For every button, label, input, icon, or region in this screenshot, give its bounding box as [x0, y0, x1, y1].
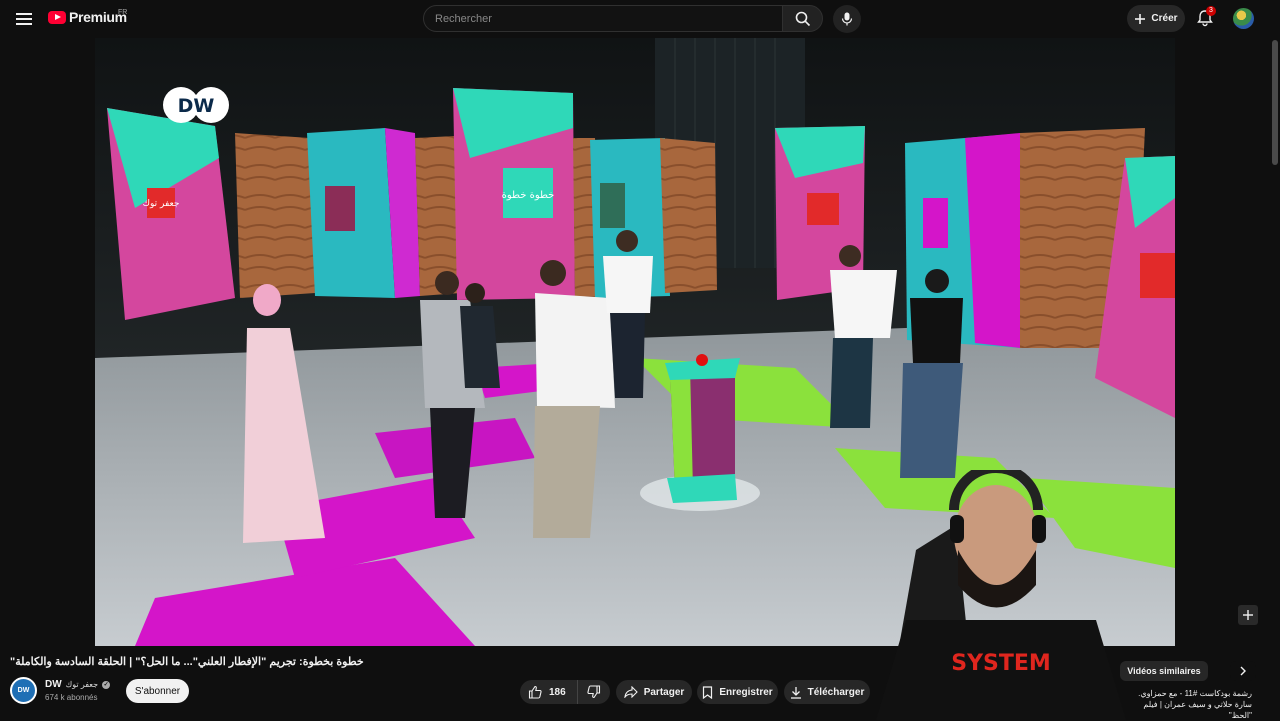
- chevron-right-icon: [1240, 666, 1246, 676]
- svg-text:DW: DW: [178, 95, 215, 117]
- thumbs-down-icon: [587, 685, 601, 699]
- scrollbar-thumb[interactable]: [1272, 40, 1278, 165]
- download-button[interactable]: Télécharger: [784, 680, 870, 704]
- channel-avatar[interactable]: DW: [10, 677, 37, 704]
- streamer-webcam: SYSTEM: [876, 470, 1126, 720]
- notifications-button[interactable]: 3: [1195, 6, 1217, 30]
- share-icon: [624, 686, 638, 698]
- account-avatar[interactable]: [1233, 8, 1254, 29]
- page-margin: [0, 38, 95, 646]
- shirt-text: SYSTEM: [951, 651, 1051, 676]
- svg-text:خطوة خطوة: خطوة خطوة: [502, 190, 555, 201]
- subscribe-button[interactable]: S'abonner: [126, 679, 189, 703]
- channel-arabic-name: جعفر توك: [65, 680, 99, 689]
- voice-search-button[interactable]: [833, 5, 861, 33]
- channel-name[interactable]: DW جعفر توك ✓: [45, 679, 111, 690]
- chips-next-button[interactable]: [1230, 661, 1256, 681]
- notification-badge: 3: [1206, 6, 1216, 16]
- dislike-button[interactable]: [578, 680, 610, 704]
- like-button[interactable]: 186: [520, 680, 578, 704]
- thumbs-up-icon: [528, 685, 542, 699]
- download-label: Télécharger: [807, 686, 865, 698]
- create-label: Créer: [1151, 13, 1178, 24]
- microphone-icon: [841, 12, 853, 26]
- share-label: Partager: [643, 686, 685, 698]
- menu-icon[interactable]: [14, 9, 34, 29]
- like-count: 186: [549, 686, 566, 698]
- download-icon: [790, 686, 801, 699]
- share-button[interactable]: Partager: [616, 680, 692, 704]
- plus-icon: [1243, 610, 1253, 620]
- verified-icon: ✓: [102, 680, 111, 689]
- bookmark-icon: [703, 685, 713, 699]
- svg-text:جعفر توك: جعفر توك: [143, 199, 180, 209]
- search-box: [423, 5, 783, 32]
- create-button[interactable]: Créer: [1127, 5, 1185, 32]
- video-title: خطوة بخطوة: تجريم "الإفطار العلني"... ما…: [10, 656, 364, 668]
- subscriber-count: 674 k abonnés: [45, 693, 98, 702]
- search-icon: [795, 11, 810, 26]
- region-label: FR: [118, 9, 128, 16]
- webcam-overlay: SYSTEM: [866, 470, 1146, 720]
- plus-icon: [1135, 13, 1146, 24]
- top-bar: Premium FR Créer 3: [0, 0, 1280, 38]
- player-add-button[interactable]: [1238, 605, 1258, 625]
- search-input[interactable]: [424, 6, 782, 31]
- like-dislike-group: 186: [520, 680, 610, 704]
- save-label: Enregistrer: [719, 686, 773, 698]
- channel-name-text[interactable]: DW: [45, 679, 62, 690]
- page-scrollbar[interactable]: [1270, 38, 1280, 646]
- save-button[interactable]: Enregistrer: [697, 680, 778, 704]
- youtube-play-icon: [48, 10, 66, 24]
- youtube-logo[interactable]: Premium: [48, 9, 127, 25]
- search-button[interactable]: [782, 5, 823, 32]
